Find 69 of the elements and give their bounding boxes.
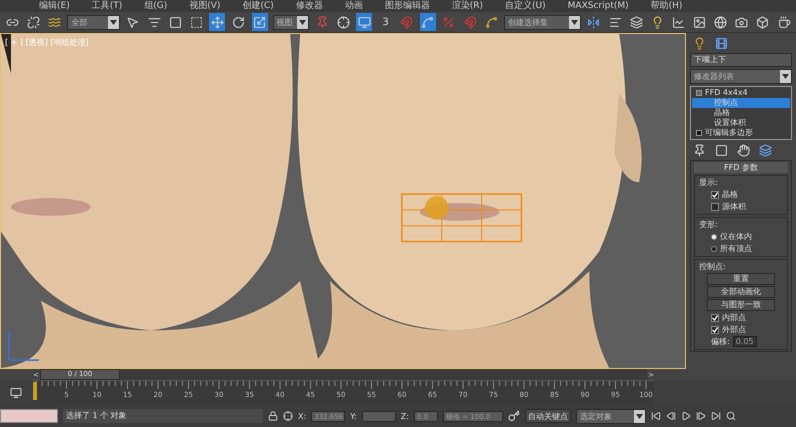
caret-icon	[636, 414, 643, 418]
offset-label: 偏移:	[711, 336, 730, 347]
radio-label: 仅在体内	[720, 231, 752, 242]
panel-button[interactable]: 与图形一致	[707, 299, 775, 311]
modifier-item[interactable]: 可编辑多边形	[692, 128, 790, 138]
menu-item[interactable]: 自定义(U)	[494, 0, 557, 12]
menu-item[interactable]: 动画	[334, 0, 374, 12]
coordinate-dropdown[interactable]: 视图	[272, 14, 310, 30]
caret-icon	[570, 20, 578, 24]
caret-icon	[782, 74, 789, 79]
expander-icon[interactable]	[696, 130, 702, 136]
object-name-field[interactable]: 下嘴上下	[690, 53, 792, 67]
z-label: Z:	[400, 412, 409, 420]
group-label: 显示:	[699, 177, 719, 188]
panel-button[interactable]: 重置	[707, 273, 775, 285]
menu-item[interactable]: 工具(T)	[80, 0, 134, 12]
checkbox-label: 外部点	[722, 324, 746, 335]
next-key-icon[interactable]	[696, 411, 706, 421]
sub-object-item[interactable]: 设置体积	[692, 118, 790, 128]
radio-button[interactable]	[711, 246, 717, 252]
caret-icon	[110, 20, 117, 24]
x-label: X:	[298, 412, 306, 420]
rollout-title[interactable]: FFD 参数	[694, 162, 788, 173]
menu-item[interactable]: 图形编辑器	[374, 0, 441, 12]
checkbox[interactable]	[711, 190, 719, 198]
color-swatch	[0, 409, 58, 423]
modifier-list-dropdown[interactable]: 修改器列表	[690, 69, 792, 84]
zoom-icon[interactable]	[726, 411, 736, 421]
group-label: 控制点:	[699, 261, 727, 272]
checkbox[interactable]	[711, 314, 719, 322]
menu-item[interactable]: 编辑(E)	[28, 0, 81, 12]
panel-button[interactable]: 全部动画化	[707, 286, 775, 298]
monitor-icon[interactable]	[356, 13, 372, 31]
lock-icon[interactable]	[268, 411, 278, 421]
checkbox-label: 晶格	[722, 189, 738, 200]
caret-icon	[299, 20, 306, 24]
key-icon[interactable]	[508, 410, 520, 422]
menu-item[interactable]: 创建(C)	[231, 0, 285, 12]
snap-toggle[interactable]: 3	[377, 13, 394, 31]
sub-object-item[interactable]: 晶格	[692, 108, 790, 118]
checkbox[interactable]	[711, 326, 719, 334]
y-field[interactable]	[362, 410, 396, 422]
status-message: 选择了 1 个 对象	[63, 409, 263, 423]
go-to-start-icon[interactable]	[650, 411, 661, 421]
go-to-end-icon[interactable]	[710, 411, 721, 421]
checkbox[interactable]	[711, 202, 719, 210]
previous-key-icon[interactable]	[666, 411, 676, 421]
frame-marker	[33, 382, 37, 400]
selection-set-dropdown[interactable]: 创建选择集	[504, 14, 581, 30]
menu-item[interactable]: MAXScript(M)	[556, 0, 640, 12]
move-icon[interactable]	[209, 13, 226, 31]
filter-dropdown[interactable]: 全部	[67, 14, 120, 30]
menu-item[interactable]: 修改器	[284, 0, 334, 12]
modifier-item[interactable]: FFD 4x4x4	[692, 88, 790, 98]
play-icon[interactable]	[680, 411, 691, 421]
checkbox-label: 内部点	[722, 312, 746, 323]
auto-key-button[interactable]: 自动关键点	[524, 409, 571, 423]
radio-button[interactable]	[711, 234, 717, 240]
checkbox-label: 源体积	[722, 201, 746, 212]
group-label: 变形:	[699, 219, 719, 230]
crosshair-icon[interactable]	[283, 411, 293, 421]
radio-label: 所有顶点	[720, 243, 752, 254]
menu-item[interactable]: 帮助(H)	[640, 0, 694, 12]
menu-item[interactable]: 视图(V)	[178, 0, 232, 12]
key-set-dropdown[interactable]: 选定对象	[576, 408, 646, 424]
y-label: Y:	[350, 412, 357, 420]
menu-item[interactable]: 组(G)	[133, 0, 178, 12]
menu-item[interactable]: 渲染(R)	[440, 0, 494, 12]
offset-field[interactable]: 0.05	[732, 336, 757, 347]
